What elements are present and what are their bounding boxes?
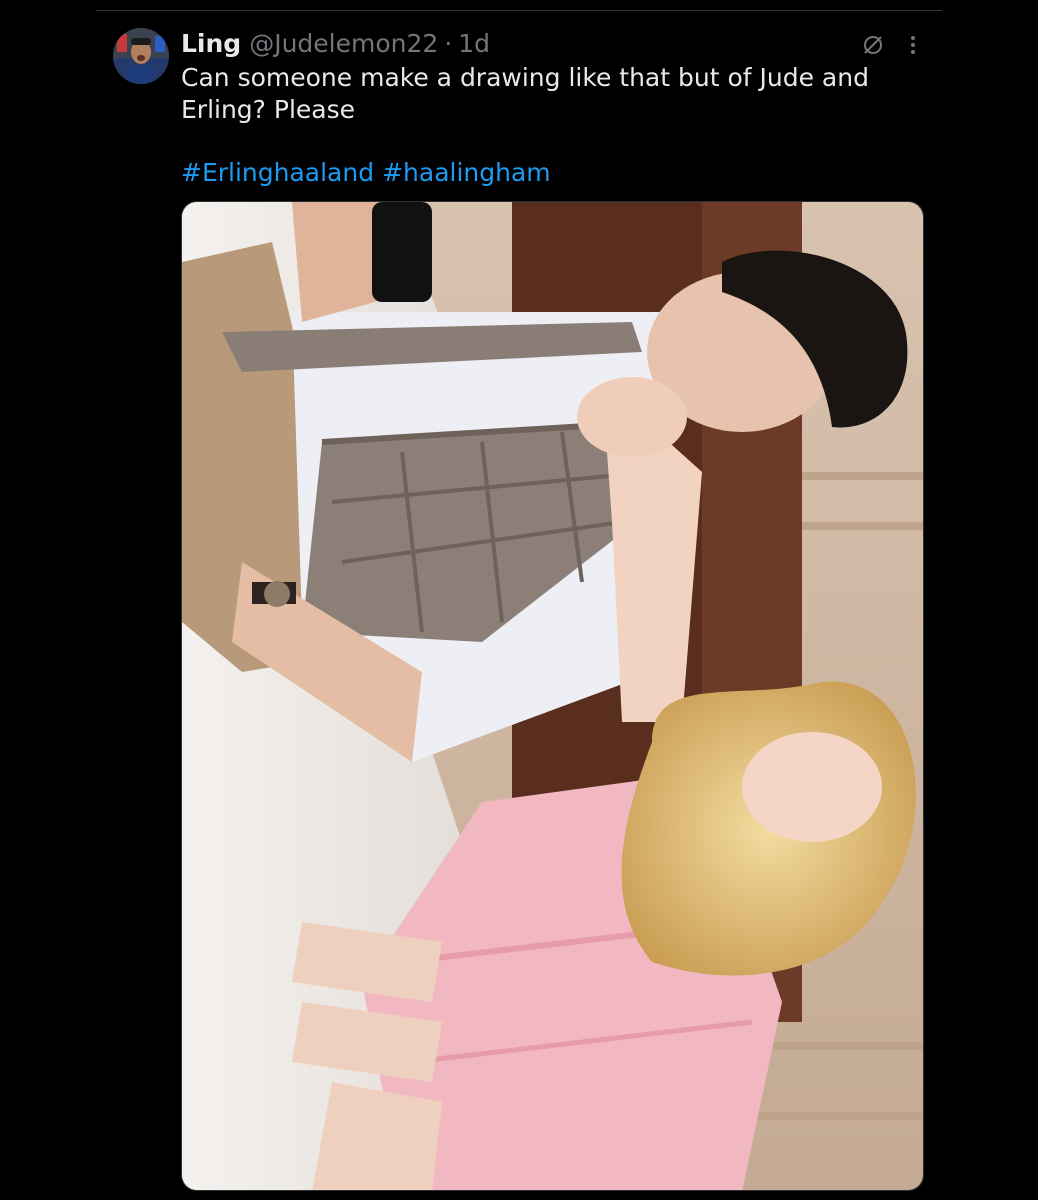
hashtag-row: #Erlinghaaland #haalingham xyxy=(181,157,551,189)
grok-slash-circle-icon[interactable] xyxy=(858,30,888,60)
more-vertical-icon[interactable] xyxy=(900,30,926,60)
hashtag-link[interactable]: #Erlinghaaland xyxy=(181,157,374,189)
header-separator: · xyxy=(444,29,453,58)
tweet-page: Ling @Judelemon22 · 1d Can someone make … xyxy=(0,0,1038,1200)
tweet-text: Can someone make a drawing like that but… xyxy=(181,63,869,124)
avatar-image xyxy=(113,28,169,84)
hashtag-link[interactable]: #haalingham xyxy=(382,157,551,189)
tweet-media-photo[interactable] xyxy=(181,201,924,1191)
author-display-name[interactable]: Ling xyxy=(181,28,241,60)
top-divider xyxy=(96,10,942,11)
author-avatar[interactable] xyxy=(113,28,169,84)
tweet-header: Ling @Judelemon22 · 1d xyxy=(181,28,490,60)
author-handle[interactable]: @Judelemon22 xyxy=(249,28,438,60)
tweet-timestamp[interactable]: 1d xyxy=(458,28,490,60)
photo-illustration xyxy=(182,202,923,1190)
